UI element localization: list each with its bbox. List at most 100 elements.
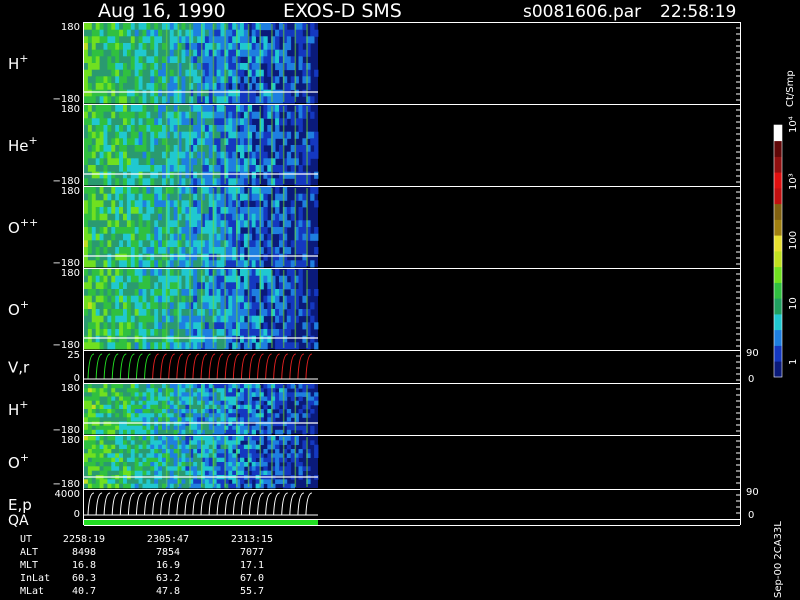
spectrogram-cell (138, 83, 143, 91)
spectrogram-cell (275, 466, 280, 471)
spectrogram-cell (243, 295, 249, 303)
spectrogram-cell (138, 462, 143, 467)
spectrogram-cell (99, 436, 104, 441)
spectrogram-cell (232, 56, 237, 64)
spectrogram-cell (314, 322, 319, 330)
spectrogram-cell (134, 200, 139, 208)
spectrogram-cell (169, 105, 175, 113)
spectrogram-cell (123, 404, 128, 410)
spectrogram-cell (220, 315, 225, 323)
spectrogram-cell (240, 83, 245, 91)
spectrogram-streak (224, 188, 226, 266)
spectrogram-cell (123, 253, 128, 261)
spectrogram-cell (103, 470, 108, 476)
spectrogram-cell (208, 429, 214, 435)
spectrogram-cell (286, 63, 292, 71)
spectrogram-cell (130, 302, 136, 310)
spectrogram-cell (169, 282, 175, 290)
spectrogram-cell (220, 247, 225, 255)
spectrogram-cell (142, 233, 147, 241)
spectrogram-cell (158, 429, 163, 435)
spectrogram-cell (87, 131, 93, 139)
spectrogram-cell (220, 400, 225, 406)
spectrogram-cell (181, 466, 186, 471)
spectrogram-cell (208, 187, 214, 195)
colorbar-segment (774, 282, 782, 299)
spectrogram-cell (197, 213, 202, 221)
spectrogram-cell (138, 404, 143, 410)
spectrogram-cell (232, 444, 237, 450)
spectrogram-cell (99, 425, 104, 431)
spectrogram-cell (91, 429, 97, 435)
spectrogram-cell (169, 43, 175, 51)
spectrogram-cell (255, 470, 260, 476)
spectrogram-cell (286, 453, 292, 458)
spectrogram-cell (99, 409, 104, 414)
spectrogram-cell (251, 400, 256, 406)
spectrogram-cell (220, 309, 225, 317)
spectrogram-cell (243, 282, 249, 290)
spectrogram-cell (103, 83, 108, 91)
spectrogram-cell (130, 466, 136, 471)
spectrogram-cell (243, 470, 249, 476)
spectrogram-cell (162, 233, 167, 241)
spectrogram-cell (275, 207, 280, 215)
spectrogram-cell (99, 429, 104, 435)
spectrogram-cell (279, 329, 284, 337)
spectrogram-cell (126, 43, 132, 51)
spectrogram-cell (150, 131, 155, 139)
spectrogram-cell (91, 165, 97, 173)
spectrogram-cell (158, 131, 163, 139)
spectrogram-cell (123, 425, 128, 431)
spectrogram-cell (119, 479, 124, 484)
spectrogram-cell (275, 479, 280, 484)
spectrogram-cell (84, 69, 89, 77)
spectrogram-cell (204, 309, 210, 317)
spectrogram-cell (84, 96, 89, 104)
spectrogram-cell (119, 213, 124, 221)
spectrogram-cell (286, 247, 292, 255)
spectrogram-cell (290, 436, 295, 441)
spectrogram-streak (294, 270, 297, 348)
spectrogram-cell (169, 131, 175, 139)
spectrogram-cell (197, 421, 202, 427)
spectrogram-cell (286, 158, 292, 166)
spectrogram-cell (115, 449, 120, 454)
spectrogram-cell (255, 151, 260, 159)
spectrogram-cell (146, 400, 151, 406)
spectrogram-cell (91, 111, 97, 119)
spectrogram-cell (154, 253, 159, 261)
spectrogram-cell (154, 470, 159, 476)
spectrogram-cell (158, 483, 163, 489)
spectrogram-streak (212, 385, 215, 433)
spectrogram-cell (263, 457, 268, 463)
spectrogram-cell (208, 76, 214, 84)
spectrogram-cell (111, 384, 116, 389)
spectrogram-cell (158, 329, 163, 337)
spectrogram-cell (240, 289, 245, 297)
spectrogram-cell (142, 193, 147, 201)
spectrogram-cell (134, 289, 139, 297)
spectrogram-cell (134, 29, 139, 37)
spectrogram-cell (134, 49, 139, 57)
spectrogram-cell (115, 89, 120, 97)
spectrogram-cell (115, 23, 120, 31)
spectrogram-cell (310, 29, 315, 37)
spectrogram-cell (119, 392, 124, 397)
spectrogram-cell (130, 158, 136, 166)
spectrogram-cell (130, 43, 136, 51)
spectrogram-cell (95, 269, 100, 277)
spectrogram-cell (169, 36, 175, 44)
spectrogram-cell (134, 269, 139, 277)
spectrogram-cell (103, 56, 108, 64)
spectrogram-cell (204, 436, 210, 441)
spectrogram-cell (298, 392, 303, 397)
spectrogram-cell (204, 220, 210, 228)
spectrogram-cell (185, 69, 190, 77)
spectrogram-cell (251, 63, 256, 71)
spectrogram-cell (99, 413, 104, 418)
spectrogram-cell (138, 302, 143, 310)
right-tick-bottom: 0 (748, 374, 754, 385)
spectrogram-cell (240, 69, 245, 77)
spectrogram-cell (107, 247, 112, 255)
